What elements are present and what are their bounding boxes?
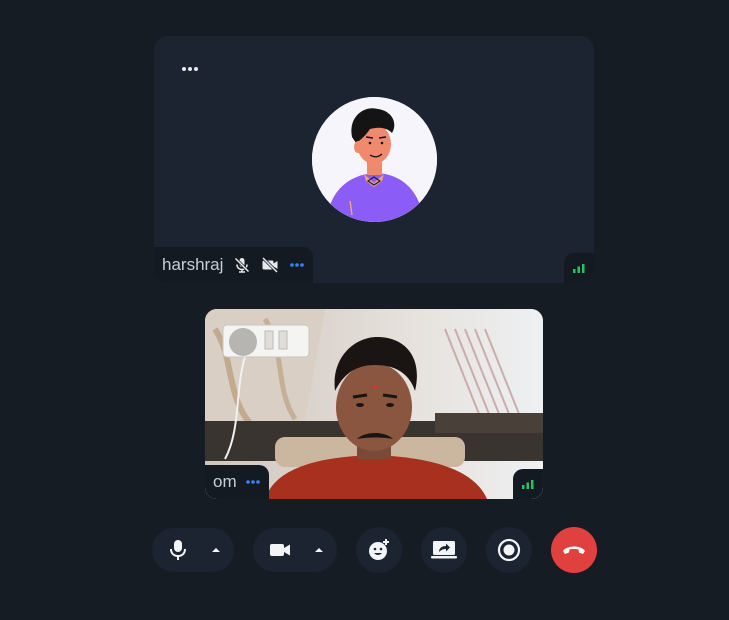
camera-control bbox=[253, 528, 337, 572]
emoji-add-icon bbox=[367, 538, 391, 562]
record-button[interactable] bbox=[486, 527, 532, 573]
participant-tile-om: om bbox=[205, 309, 543, 499]
network-signal-icon bbox=[513, 469, 543, 499]
screen-share-button[interactable] bbox=[421, 527, 467, 573]
mic-toggle-button[interactable] bbox=[155, 528, 201, 572]
hang-up-icon bbox=[561, 543, 587, 557]
more-dots-icon[interactable] bbox=[180, 61, 202, 77]
more-dots-icon[interactable] bbox=[245, 477, 261, 487]
participant-tile-harshraj: harshraj bbox=[154, 36, 594, 283]
mic-options-button[interactable] bbox=[201, 528, 231, 572]
reactions-button[interactable] bbox=[356, 527, 402, 573]
caret-up-icon bbox=[211, 546, 221, 554]
meeting-stage: harshraj om bbox=[0, 0, 729, 620]
participant-name: harshraj bbox=[162, 255, 224, 274]
cartoon-avatar-icon bbox=[312, 97, 437, 222]
share-screen-icon bbox=[431, 540, 457, 560]
participant-name-bar: om bbox=[205, 465, 269, 499]
microphone-icon bbox=[169, 539, 187, 561]
caret-up-icon bbox=[314, 546, 324, 554]
record-icon bbox=[497, 538, 521, 562]
participant-name: om bbox=[213, 472, 237, 491]
video-camera-icon bbox=[269, 542, 291, 558]
more-dots-icon[interactable] bbox=[289, 260, 305, 270]
camera-toggle-button[interactable] bbox=[256, 528, 304, 572]
participant-name-bar: harshraj bbox=[154, 247, 314, 283]
avatar bbox=[312, 97, 437, 222]
mic-control bbox=[152, 528, 234, 572]
camera-off-icon bbox=[261, 256, 279, 274]
mic-muted-icon bbox=[233, 256, 251, 274]
camera-options-button[interactable] bbox=[304, 528, 334, 572]
network-signal-icon bbox=[564, 253, 594, 283]
leave-call-button[interactable] bbox=[551, 527, 597, 573]
